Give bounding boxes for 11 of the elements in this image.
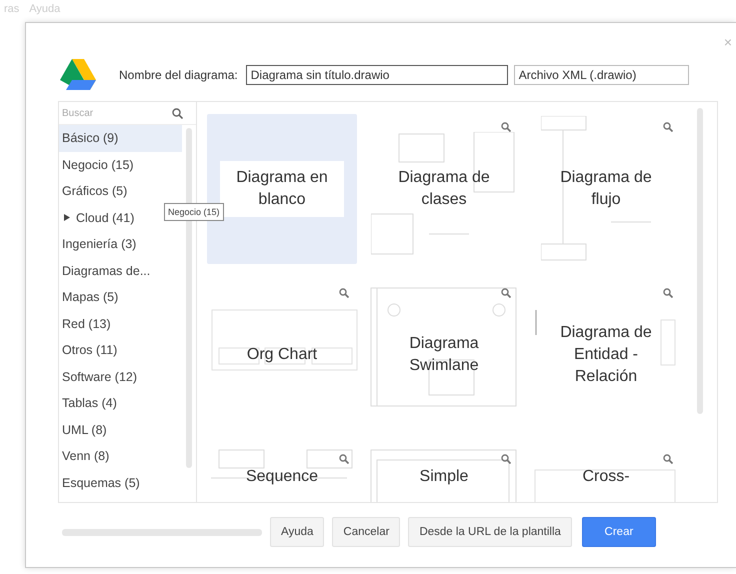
template-title: Cross- (582, 467, 630, 487)
template-title: Sequence (246, 467, 318, 487)
template-title: Diagrama Swimlane (408, 334, 480, 376)
template-title: Org Chart (246, 345, 318, 365)
field-label: Nombre del diagrama: (119, 68, 238, 82)
template-title: Diagrama de Entidad - Relación (559, 323, 653, 387)
template-title: Simple (420, 467, 468, 487)
template-title: Diagrama de flujo (559, 168, 653, 210)
template-title: Diagrama de clases (397, 168, 491, 210)
tooltip: Negocio (15) (164, 203, 224, 221)
template-title: Diagrama en blanco (220, 161, 344, 217)
